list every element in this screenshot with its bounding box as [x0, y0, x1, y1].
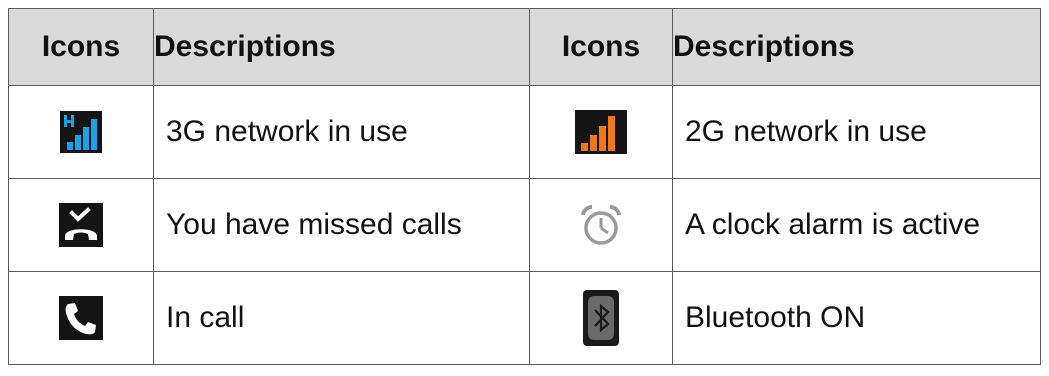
icon-cell: [529, 178, 673, 272]
table-header-row: Icons Descriptions Icons Descriptions: [8, 8, 1041, 86]
table-row: 3G network in use 2G network in use: [8, 85, 1041, 179]
table-row: In call Bluetooth ON: [8, 271, 1041, 365]
header-descriptions-right: Descriptions: [672, 8, 1041, 86]
signal-3g-h-icon: [60, 111, 102, 153]
in-call-phone-icon: [59, 296, 103, 340]
alarm-clock-icon: [581, 204, 621, 245]
missed-call-icon: [59, 203, 103, 247]
description-cell: 2G network in use: [672, 85, 1041, 179]
icon-table-container: Icons Descriptions Icons Descriptions 3G…: [8, 8, 1041, 365]
table-row: You have missed calls A clock alarm is a…: [8, 178, 1041, 272]
description-cell: Bluetooth ON: [672, 271, 1041, 365]
icon-cell: [529, 271, 673, 365]
signal-2g-orange-icon: [575, 110, 627, 154]
description-cell: You have missed calls: [153, 178, 530, 272]
description-cell: 3G network in use: [153, 85, 530, 179]
description-cell: In call: [153, 271, 530, 365]
icon-cell: [8, 178, 154, 272]
icon-cell: [529, 85, 673, 179]
bluetooth-icon: [583, 290, 619, 346]
header-icons-left: Icons: [8, 8, 154, 86]
description-cell: A clock alarm is active: [672, 178, 1041, 272]
header-icons-right: Icons: [529, 8, 673, 86]
icon-cell: [8, 271, 154, 365]
icon-cell: [8, 85, 154, 179]
status-icons-table: Icons Descriptions Icons Descriptions 3G…: [8, 8, 1041, 365]
header-descriptions-left: Descriptions: [153, 8, 530, 86]
